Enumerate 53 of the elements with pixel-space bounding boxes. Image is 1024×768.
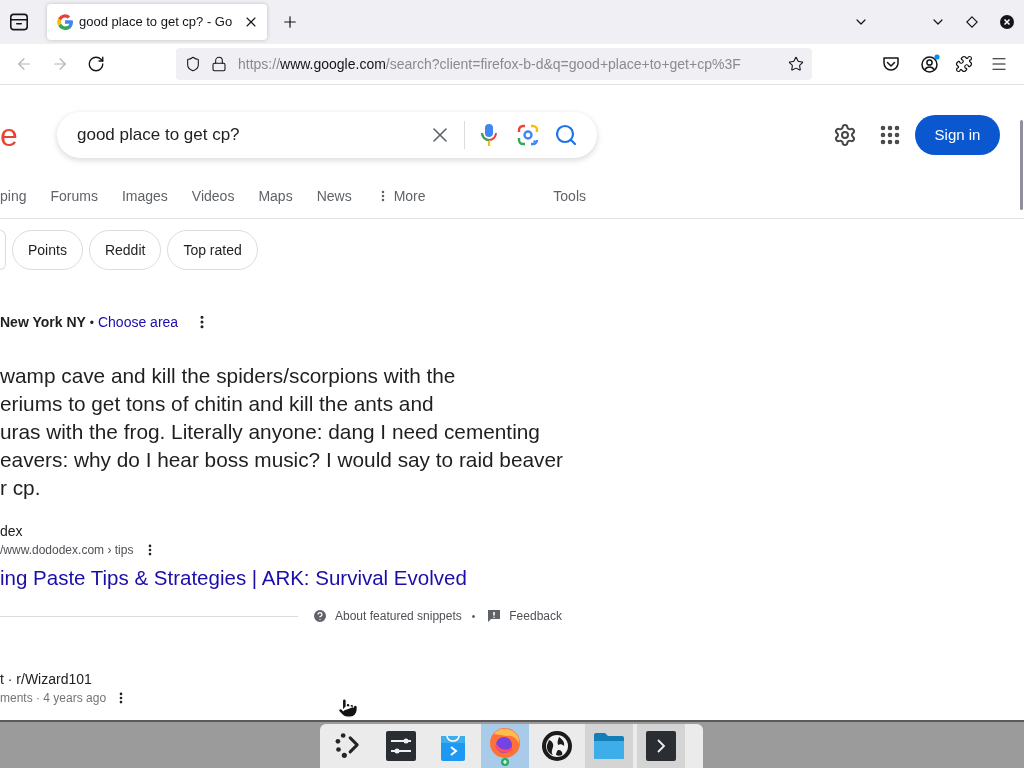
feedback-icon[interactable]: [487, 609, 502, 623]
apps-grid-icon[interactable]: [878, 123, 902, 147]
search-tab[interactable]: Images: [121, 185, 168, 207]
location-text: New York NY •: [0, 312, 94, 332]
account-icon[interactable]: [920, 54, 940, 74]
pocket-icon[interactable]: [882, 55, 900, 73]
about-snippets-link[interactable]: About featured snippets: [335, 607, 462, 625]
sliders-icon: [386, 731, 416, 761]
new-tab-icon[interactable]: [281, 13, 299, 31]
source-name: dex: [0, 522, 23, 541]
help-icon[interactable]: [312, 608, 328, 624]
address-bar[interactable]: https://www.google.com/search?client=firefox-b-d&q=good+place+to+get+cp%3F: [176, 48, 812, 80]
bookmark-star-icon[interactable]: [788, 56, 804, 72]
sign-in-button[interactable]: Sign in: [915, 115, 1000, 155]
logo-fragment[interactable]: e: [0, 112, 18, 158]
feedback-link[interactable]: Feedback: [509, 607, 562, 625]
search-tab[interactable]: Maps: [258, 185, 293, 207]
search-field[interactable]: good place to get cp?: [57, 112, 597, 158]
search-tab[interactable]: Videos: [191, 185, 235, 207]
globe-icon: [541, 730, 573, 762]
settings-icon[interactable]: [833, 123, 857, 147]
extensions-icon[interactable]: [955, 55, 973, 73]
menu-icon[interactable]: [990, 55, 1008, 73]
close-window-icon[interactable]: [1000, 15, 1014, 29]
result-source: t · r/Wizard101: [0, 670, 92, 689]
maximize-icon[interactable]: [966, 16, 978, 28]
browser-icon: [488, 726, 522, 766]
scrollbar-thumb[interactable]: [1020, 120, 1023, 210]
camera-search-icon[interactable]: [517, 124, 539, 146]
tab-tray-icon[interactable]: [10, 13, 28, 31]
url-text[interactable]: https://www.google.com/search?client=firefox-b-d&q=good+place+to+get+cp%3F: [238, 53, 741, 75]
microphone-icon[interactable]: [480, 123, 498, 147]
terminal-icon: [646, 731, 676, 761]
choose-area-link[interactable]: Choose area: [97, 311, 179, 333]
hand-cursor-icon: [337, 696, 359, 720]
search-tab[interactable]: ping: [0, 185, 27, 207]
tools-tab[interactable]: Tools: [553, 185, 586, 207]
g-logo-icon: [57, 14, 73, 30]
search-icon[interactable]: [554, 123, 578, 147]
more-tab[interactable]: More: [375, 185, 426, 207]
browser-tab[interactable]: good place to get cp? - Go: [47, 4, 267, 40]
source-url: /www.dododex.com › tips: [0, 542, 134, 559]
folder-icon: [593, 732, 625, 760]
lock-icon[interactable]: [211, 56, 227, 72]
search-tab[interactable]: News: [316, 185, 352, 207]
snippet-text: wamp cave and kill the spiders/scorpions with the eriums to get tons of chitin and kill the ants and uras with the frog. Literally anyone: dang I need cementing eavers: why do I hear boss music? I would say to raid beaver r cp.: [0, 363, 563, 501]
result-title-link[interactable]: ing Paste Tips & Strategies | ARK: Survival Evolved: [0, 565, 467, 591]
result-meta: ments · 4 years ago: [0, 690, 107, 707]
taskbar-app-button[interactable]: [637, 724, 685, 768]
search-tab[interactable]: Forums: [50, 185, 98, 207]
reload-icon[interactable]: [87, 55, 105, 73]
separator-dot: •: [471, 609, 476, 624]
shield-icon[interactable]: [185, 56, 201, 72]
